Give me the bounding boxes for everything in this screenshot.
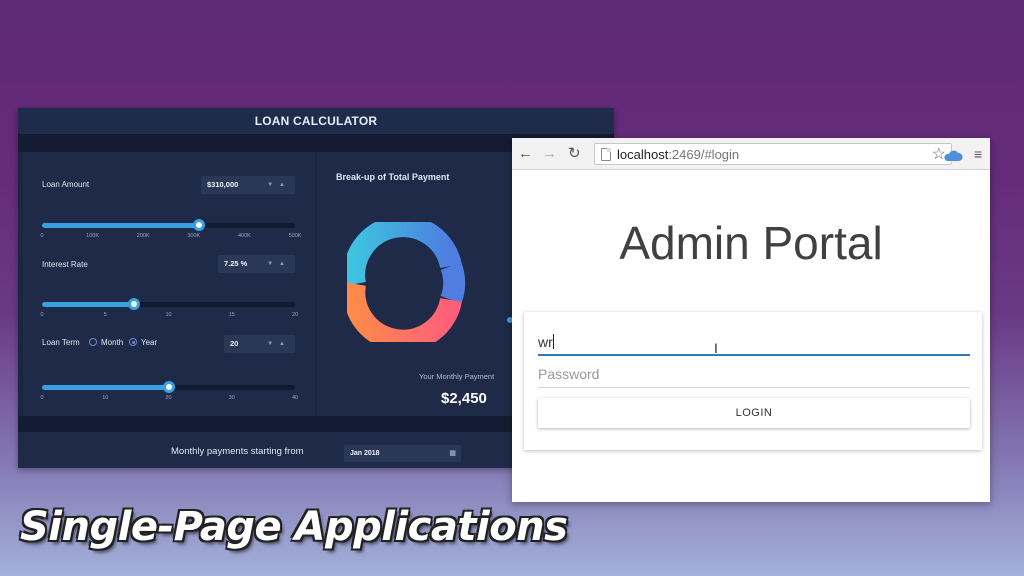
login-button[interactable]: LOGIN [538,398,970,428]
start-date-input[interactable]: Jan 2018 ▦ [344,445,461,462]
forward-arrow-icon[interactable]: → [542,145,557,163]
stepper-arrows-icon[interactable]: ▼▲ [267,335,291,353]
radio-month[interactable] [89,338,97,346]
interest-rate-value: 7.25 % [224,259,248,268]
slider-fill [42,385,169,390]
monthly-payment-value: $2,450 [441,390,487,407]
monthly-payment-label: Your Monthly Payment [419,372,495,381]
donut-segment-blue [440,262,466,304]
ibeam-cursor-icon: I [714,340,718,356]
password-field[interactable]: Password [538,364,970,388]
page-title: Admin Portal [619,217,883,269]
tick-label: 30 [228,395,235,401]
donut-segment-principal [347,222,462,286]
loan-inputs-panel: Loan Amount $310,000 ▼▲ 0 100K 200K 300K 400… [23,152,315,416]
tick-label: 0 [40,395,44,401]
donut-segment-interest [347,282,462,342]
tick-label: 5 [103,312,107,318]
cloud-extension-icon[interactable] [943,148,963,162]
start-date-label: Monthly payments starting from [171,446,304,457]
slider-handle[interactable] [192,219,205,231]
loan-calculator-title: LOAN CALCULATOR [18,108,614,134]
back-arrow-icon[interactable]: ← [518,145,533,163]
tick-label: 15 [228,312,235,318]
tick-label: 0 [40,312,44,318]
tick-label: 0 [40,233,44,239]
slider-fill [42,223,199,228]
loan-term-ticks: 0 10 20 30 40 [40,395,299,405]
slider-handle[interactable] [162,381,175,393]
stepper-arrows-icon[interactable]: ▼▲ [267,255,291,273]
loan-amount-input[interactable]: $310,000 ▼▲ [201,176,295,194]
tick-label: 200K [136,233,150,239]
loan-amount-label: Loan Amount [42,180,90,189]
page-icon [601,148,611,161]
reload-icon[interactable]: ↻ [568,145,581,163]
username-value: wr [538,334,553,350]
tick-label: 10 [165,312,172,318]
text-caret [552,334,554,349]
loan-term-label: Loan Term [42,338,80,347]
tick-label: 20 [291,312,299,318]
loan-amount-ticks: 0 100K 200K 300K 400K 500K [40,233,301,243]
interest-rate-slider[interactable] [42,298,295,310]
payment-donut-chart [347,222,466,342]
slider-fill [42,302,135,307]
address-url: localhost:2469/#login [617,147,740,162]
interest-rate-input[interactable]: 7.25 % ▼▲ [218,255,295,273]
menu-icon[interactable]: ≡ [974,145,982,163]
interest-rate-ticks: 0 5 10 15 20 [40,312,299,322]
browser-window: ← → ↻ localhost:2469/#login ☆ ≡ Admin Po… [512,138,990,502]
radio-month-label: Month [101,338,124,347]
interest-rate-label: Interest Rate [42,260,88,269]
loan-term-slider[interactable] [42,381,295,393]
slide-caption: Single-Page Applications [20,504,568,550]
password-placeholder: Password [538,366,600,382]
login-card: wr I Password LOGIN [524,312,982,450]
tick-label: 40 [291,395,299,401]
loan-term-value: 20 [230,339,239,348]
tick-label: 100K [86,233,100,239]
tick-label: 20 [165,395,172,401]
address-bar[interactable]: localhost:2469/#login ☆ [594,143,952,165]
tick-label: 400K [237,233,251,239]
tick-label: 300K [187,233,201,239]
loan-amount-value: $310,000 [207,180,239,189]
username-field[interactable]: wr [538,332,970,356]
stepper-arrows-icon[interactable]: ▼▲ [267,176,291,194]
browser-toolbar: ← → ↻ localhost:2469/#login ☆ ≡ [512,138,990,170]
slider-handle[interactable] [128,298,141,310]
loan-term-input[interactable]: 20 ▼▲ [224,335,295,353]
start-date-value: Jan 2018 [350,450,380,457]
loan-amount-slider[interactable] [42,219,295,231]
radio-year[interactable] [129,338,137,346]
calendar-icon[interactable]: ▦ [449,445,456,462]
tick-label: 500K [288,233,302,239]
tick-label: 10 [102,395,109,401]
radio-year-label: Year [141,338,158,347]
breakup-title: Break-up of Total Payment [336,172,450,182]
